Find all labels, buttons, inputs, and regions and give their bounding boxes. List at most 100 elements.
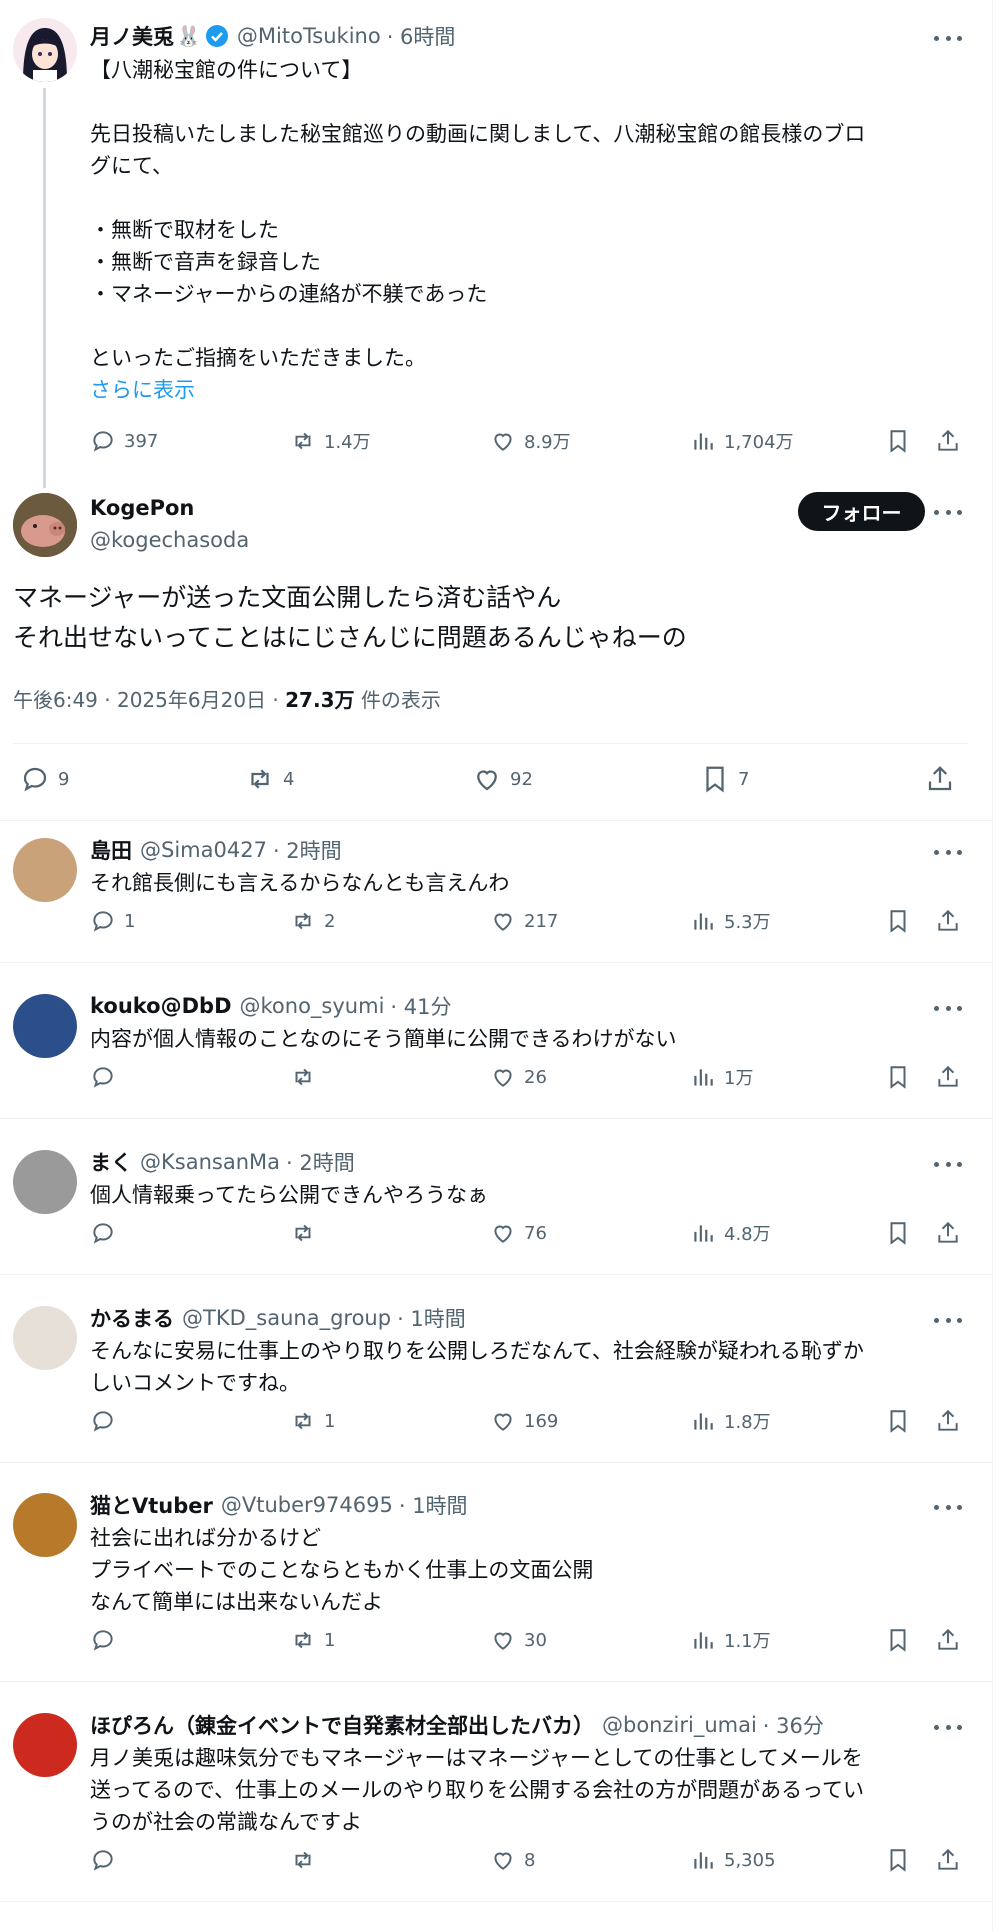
more-options-icon[interactable]	[934, 1159, 962, 1169]
retweet-button[interactable]: 1	[290, 1408, 335, 1434]
author-name[interactable]: 猫とVtuber	[90, 1490, 213, 1520]
avatar[interactable]	[13, 1493, 77, 1557]
bookmark-button[interactable]	[885, 1847, 911, 1873]
more-options-icon[interactable]	[934, 507, 962, 517]
author-handle[interactable]: @MitoTsukino	[237, 24, 381, 48]
reply-button[interactable]	[90, 1408, 124, 1434]
bookmark-button[interactable]	[885, 1064, 911, 1090]
show-more-link[interactable]: さらに表示	[90, 374, 970, 406]
like-button[interactable]: 217	[490, 908, 558, 934]
bookmark-icon	[890, 1410, 906, 1433]
reply-button[interactable]	[90, 1627, 124, 1653]
like-count: 217	[524, 910, 559, 932]
avatar[interactable]	[13, 838, 77, 902]
tweet-time[interactable]: · 2時間	[273, 835, 342, 865]
more-options-icon[interactable]	[934, 1502, 962, 1512]
author-name[interactable]: ほぴろん（錬金イベントで自発素材全部出したバカ）	[90, 1710, 594, 1740]
tweet-time[interactable]: · 6時間	[387, 21, 456, 51]
retweet-button[interactable]: 2	[290, 908, 335, 934]
share-button[interactable]	[935, 1220, 961, 1246]
retweet-button[interactable]	[290, 1847, 324, 1873]
reply-button[interactable]: 9	[20, 764, 69, 794]
author-handle[interactable]: @Vtuber974695	[221, 1493, 393, 1517]
share-button[interactable]	[935, 1064, 961, 1090]
like-button[interactable]: 26	[490, 1064, 547, 1090]
views-button[interactable]: 1,704万	[690, 428, 794, 454]
reply-button[interactable]	[90, 1220, 124, 1246]
follow-button[interactable]: フォロー	[798, 492, 925, 531]
author-name[interactable]: まく	[90, 1147, 132, 1177]
tweet-line: 【八潮秘宝館の件について】	[90, 58, 363, 82]
tweet-time[interactable]: · 2時間	[286, 1147, 355, 1177]
main-tweet-line: それ出せないってことはにじさんじに問題あるんじゃねーの	[13, 623, 687, 652]
author-name[interactable]: 月ノ美兎	[90, 21, 174, 51]
author-handle[interactable]: @Sima0427	[140, 838, 267, 862]
avatar[interactable]	[13, 18, 77, 82]
reply-button[interactable]: 397	[90, 428, 158, 454]
share-button[interactable]	[935, 428, 961, 454]
main-tweet-text: マネージャーが送った文面公開したら済む話やん それ出せないってことはにじさんじに…	[13, 578, 973, 658]
views-button[interactable]: 1.1万	[690, 1627, 771, 1653]
bookmark-button[interactable]	[885, 1627, 911, 1653]
author-name[interactable]: KogePon	[90, 494, 194, 522]
reply-text: 内容が個人情報のことなのにそう簡単に公開できるわけがない	[90, 1027, 677, 1051]
author-handle[interactable]: @bonziri_umai	[602, 1713, 757, 1737]
share-button[interactable]	[925, 764, 955, 794]
more-options-icon[interactable]	[934, 847, 962, 857]
tweet-time[interactable]: · 1時間	[399, 1490, 468, 1520]
author-name[interactable]: kouko@DbD	[90, 994, 232, 1018]
like-button[interactable]: 8.9万	[490, 428, 571, 454]
more-options-icon[interactable]	[934, 33, 962, 43]
retweet-icon	[295, 1851, 311, 1869]
tweet-time[interactable]: · 41分	[390, 991, 451, 1021]
author-handle[interactable]: @kono_syumi	[240, 994, 385, 1018]
bookmark-button[interactable]: 7	[700, 764, 749, 794]
share-button[interactable]	[935, 1627, 961, 1653]
views-button[interactable]: 5.3万	[690, 908, 771, 934]
more-options-icon[interactable]	[934, 1003, 962, 1013]
tweet-timestamp[interactable]: 午後6:49 · 2025年6月20日 ·	[13, 688, 285, 712]
share-button[interactable]	[935, 1847, 961, 1873]
like-button[interactable]: 76	[490, 1220, 547, 1246]
retweet-button[interactable]	[290, 1064, 324, 1090]
like-button[interactable]: 8	[490, 1847, 535, 1873]
retweet-button[interactable]	[290, 1220, 324, 1246]
views-button[interactable]: 4.8万	[690, 1220, 771, 1246]
retweet-button[interactable]: 1.4万	[290, 428, 371, 454]
more-options-icon[interactable]	[934, 1315, 962, 1325]
share-button[interactable]	[935, 1408, 961, 1434]
like-button[interactable]: 30	[490, 1627, 547, 1653]
author-handle[interactable]: @kogechasoda	[90, 526, 249, 554]
retweet-button[interactable]: 4	[245, 764, 294, 794]
retweet-count: 1	[324, 1410, 336, 1432]
author-handle[interactable]: @KsansanMa	[140, 1150, 280, 1174]
avatar[interactable]	[13, 1306, 77, 1370]
reply-button[interactable]	[90, 1847, 124, 1873]
avatar[interactable]	[13, 994, 77, 1058]
share-button[interactable]	[935, 908, 961, 934]
author-name[interactable]: 島田	[90, 835, 132, 865]
author-handle[interactable]: @TKD_sauna_group	[182, 1306, 391, 1330]
more-options-icon[interactable]	[934, 1722, 962, 1732]
views-button[interactable]: 1.8万	[690, 1408, 771, 1434]
tweet-header: まく @KsansanMa · 2時間	[90, 1147, 355, 1177]
bookmark-button[interactable]	[885, 1408, 911, 1434]
like-button[interactable]: 169	[490, 1408, 558, 1434]
share-icon	[938, 1221, 958, 1243]
tweet-time[interactable]: · 1時間	[397, 1303, 466, 1333]
avatar[interactable]	[13, 493, 77, 557]
bookmark-button[interactable]	[885, 1220, 911, 1246]
like-button[interactable]: 92	[472, 764, 533, 794]
verified-badge-icon	[205, 24, 229, 48]
views-button[interactable]: 5,305	[690, 1847, 776, 1873]
avatar[interactable]	[13, 1150, 77, 1214]
reply-button[interactable]	[90, 1064, 124, 1090]
avatar[interactable]	[13, 1713, 77, 1777]
bookmark-button[interactable]	[885, 428, 911, 454]
bookmark-button[interactable]	[885, 908, 911, 934]
reply-button[interactable]: 1	[90, 908, 135, 934]
retweet-button[interactable]: 1	[290, 1627, 335, 1653]
author-name[interactable]: かるまる	[90, 1303, 174, 1333]
views-button[interactable]: 1万	[690, 1064, 753, 1090]
tweet-time[interactable]: · 36分	[763, 1710, 824, 1740]
